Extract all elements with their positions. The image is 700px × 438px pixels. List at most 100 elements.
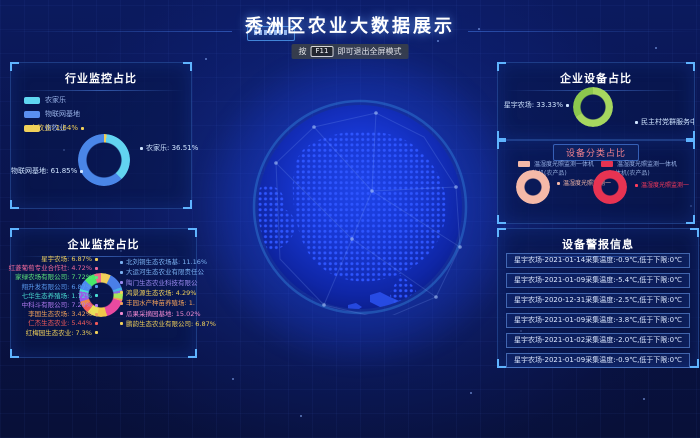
label-text: 瓜果采摘园基地: 15.02% — [126, 310, 201, 318]
alarm-row[interactable]: 星宇农场-2021-01-09采集温度:-5.4℃,低于下限:0℃ — [506, 273, 690, 288]
corner-decor — [188, 228, 197, 237]
panel-title: 企业监控占比 — [11, 229, 196, 252]
alarm-row[interactable]: 星宇农场-2021-01-02采集温度:-2.0℃,低于下限:0℃ — [506, 333, 690, 348]
panel-title: 行业监控占比 — [11, 63, 191, 86]
globe-map — [252, 99, 468, 315]
corner-decor — [497, 215, 506, 224]
corner-decor — [497, 359, 506, 368]
label-dot — [635, 121, 638, 124]
label-text: 大运河生态农业有限责任公 — [126, 268, 204, 276]
label-dot — [95, 285, 98, 288]
chart-label: 温湿度光照监测一 — [632, 180, 689, 189]
enterprise-labels-left: 星宇农场: 6.87%红菱葡萄专业合作社: 4.72%家绿农场有限公司: 7.7… — [13, 253, 101, 345]
label-dot — [120, 281, 123, 284]
legend-label: 温湿度光照监测一体机 — [534, 159, 594, 168]
chart-label: 红梅园生态农业: 7.3% — [26, 327, 101, 337]
label-dot — [140, 147, 143, 150]
label-dot — [557, 182, 560, 185]
chart-label: 物联网基地: 61.85% — [11, 166, 75, 176]
label-dot — [566, 104, 569, 107]
corner-decor — [10, 228, 19, 237]
chart-label: 鸿景源生态农场: 4.29% — [117, 287, 196, 297]
chart-label: 民主村党群服务中心: — [632, 117, 694, 127]
label-dot — [95, 304, 98, 307]
label-dot — [635, 184, 638, 187]
label-dot — [95, 294, 98, 297]
enterprise-labels-right: 北刘铜生态农场基: 11.16% 大运河生态农业有限责任公陶门生态农业科技有限公鸿… — [117, 256, 207, 338]
corner-decor — [686, 215, 695, 224]
corner-decor — [690, 228, 699, 237]
label-dot — [80, 170, 83, 173]
label-dot — [95, 331, 98, 334]
legend-item[interactable]: 温湿度光照监测一体机 — [518, 159, 594, 168]
legend-swatch — [24, 97, 40, 104]
label-dot — [120, 261, 123, 264]
corner-decor — [497, 228, 506, 237]
label-dot — [120, 302, 123, 305]
chart-label: 鹏韵生态农业有限公司: 6.87% — [117, 318, 216, 328]
legend-label: 物联网基地 — [45, 109, 80, 119]
corner-decor — [686, 140, 695, 149]
legend-swatch — [601, 161, 613, 167]
label-text: 鹏韵生态农业有限公司: 6.87% — [126, 320, 216, 328]
panel-title: 设备警报信息 — [498, 229, 698, 252]
equipment-donut-chart[interactable] — [573, 87, 613, 127]
label-dot — [120, 322, 123, 325]
chart-label: 星宇农场: 33.33% — [502, 100, 572, 110]
panel-title: 企业设备占比 — [498, 63, 694, 86]
industry-donut-chart[interactable] — [78, 134, 130, 186]
chart-label: 农家乐: 36.51% — [137, 143, 198, 153]
alarm-row[interactable]: 星宇农场-2021-01-09采集温度:-3.8℃,低于下限:0℃ — [506, 313, 690, 328]
legend-label: 温湿度光照监测一体机 — [617, 159, 677, 168]
corner-decor — [183, 62, 192, 71]
corner-decor — [686, 62, 695, 71]
label-dot — [95, 258, 98, 261]
chart-label: 畜牧业: 1.64% — [23, 123, 87, 133]
agriculture-dashboard: 秀洲区农业大数据展示 按 F11 即可退出全屏模式 — [0, 0, 700, 438]
chart-label: 大运河生态农业有限责任公 — [117, 266, 204, 276]
label-text: 丰园水产种苗养殖场: 1. — [126, 299, 195, 307]
divider — [18, 90, 184, 91]
alarm-row[interactable]: 星宇农场-2021-01-14采集温度:-0.9℃,低于下限:0℃ — [506, 253, 690, 268]
chart-label: 瓜果采摘园基地: 15.02% — [117, 308, 201, 318]
label-dot — [120, 312, 123, 315]
label-dot — [95, 313, 98, 316]
label-dot — [95, 322, 98, 325]
label-dot — [120, 271, 123, 274]
legend-swatch — [518, 161, 530, 167]
corner-decor — [497, 131, 506, 140]
label-text: 红梅园生态农业: 7.3% — [26, 329, 92, 337]
category-donut-right[interactable] — [593, 170, 627, 204]
label-text: 鸿景源生态农场: 4.29% — [126, 289, 196, 297]
label-dot — [95, 276, 98, 279]
legend-item[interactable]: 农家乐 — [24, 95, 191, 105]
equipment-ratio-panel: 企业设备占比 星宇农场: 33.33% 民主村党群服务中心: — [497, 62, 695, 140]
corner-decor — [10, 62, 19, 71]
chart-label: 北刘铜生态农场基: 11.16% — [117, 256, 207, 266]
corner-decor — [497, 62, 506, 71]
label-text: 北刘铜生态农场基: 11.16% — [126, 258, 207, 266]
corner-decor — [10, 200, 19, 209]
page-title: 秀洲区农业大数据展示 — [0, 12, 700, 38]
corner-decor — [10, 349, 19, 358]
legend-label: 农家乐 — [45, 95, 66, 105]
corner-decor — [686, 131, 695, 140]
alarm-row[interactable]: 星宇农场-2020-12-31采集温度:-2.5℃,低于下限:0℃ — [506, 293, 690, 308]
legend-swatch — [24, 111, 40, 118]
device-category-panel: 设备分类占比 温湿度光照监测一体机 一体机(农产品) 温湿度光照监测一 温湿度光… — [497, 140, 695, 224]
alarm-list: 星宇农场-2021-01-14采集温度:-0.9℃,低于下限:0℃ 星宇农场-20… — [506, 253, 690, 373]
enterprise-ratio-panel: 企业监控占比 星宇农场: 6.87%红菱葡萄专业合作社: 4.72%家绿农场有限… — [10, 228, 197, 358]
chart-label: 陶门生态农业科技有限公 — [117, 277, 198, 287]
category-donut-left[interactable] — [516, 170, 550, 204]
corner-decor — [183, 200, 192, 209]
corner-decor — [497, 140, 506, 149]
label-dot — [95, 267, 98, 270]
alarm-row[interactable]: 星宇农场-2021-01-09采集温度:-0.9℃,低于下限:0℃ — [506, 353, 690, 368]
chart-label: 丰园水产种苗养殖场: 1. — [117, 297, 195, 307]
device-alarm-panel: 设备警报信息 星宇农场-2021-01-14采集温度:-0.9℃,低于下限:0℃… — [497, 228, 699, 368]
label-dot — [120, 291, 123, 294]
corner-decor — [690, 359, 699, 368]
legend-item[interactable]: 温湿度光照监测一体机 — [601, 159, 677, 168]
legend-item[interactable]: 物联网基地 — [24, 109, 191, 119]
label-dot — [81, 127, 84, 130]
